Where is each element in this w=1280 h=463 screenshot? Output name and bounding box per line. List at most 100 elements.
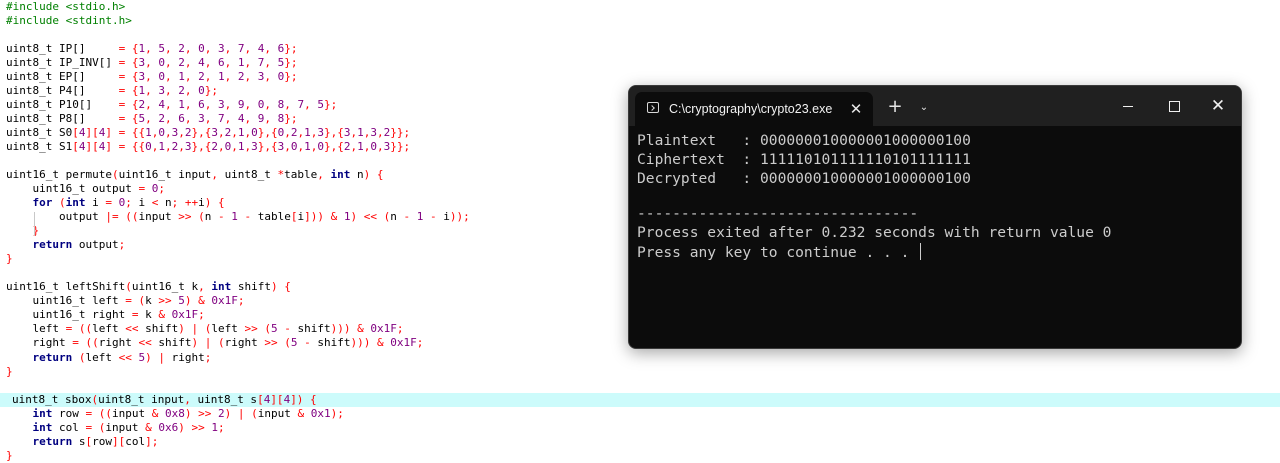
code-token: = ( <box>125 294 146 308</box>
code-line[interactable]: return s[row][col]; <box>0 435 1280 449</box>
code-line-text: int col = (input & 0x6) >> 1; <box>6 420 224 435</box>
code-line[interactable]: int col = (input & 0x6) >> 1; <box>0 421 1280 435</box>
code-token: n <box>390 210 404 224</box>
code-token: left <box>6 322 66 336</box>
code-token: , <box>264 112 278 126</box>
code-token: , <box>284 98 298 112</box>
maximize-button[interactable] <box>1151 86 1197 126</box>
code-line-text: uint8_t S1[4][4] = {{0,1,2,3},{2,0,1,3},… <box>6 140 410 154</box>
new-tab-button[interactable]: + <box>883 96 907 118</box>
code-token: }; <box>284 112 298 126</box>
code-token: 0x1F <box>171 308 199 322</box>
code-line[interactable]: uint8_t IP_INV[] = {3, 0, 2, 4, 6, 1, 7,… <box>0 56 1280 70</box>
code-token: shift <box>145 322 179 336</box>
code-token: shift <box>158 336 192 350</box>
code-token: = { <box>118 112 139 126</box>
code-token: }}; <box>390 126 411 140</box>
code-token: , <box>224 112 238 126</box>
code-token: ) | ( <box>178 322 212 336</box>
code-token: << <box>118 350 139 364</box>
code-line[interactable]: } <box>0 449 1280 463</box>
code-token: },{ <box>191 126 212 140</box>
code-token: , <box>184 112 199 126</box>
code-line-current[interactable]: uint8_t sbox(uint8_t input, uint8_t s[4]… <box>0 392 1280 407</box>
code-token: }; <box>284 42 298 56</box>
code-token: uint8_t sbox <box>12 392 92 406</box>
code-token: 0 <box>317 140 324 154</box>
code-token: 2 <box>211 140 218 154</box>
code-token: , <box>244 98 258 112</box>
code-token: , <box>304 98 318 112</box>
code-token: , <box>204 42 218 56</box>
code-token: 2 <box>198 70 205 84</box>
code-token: int <box>6 406 53 420</box>
tab-close-button[interactable]: ✕ <box>845 98 867 120</box>
code-token: , <box>284 126 291 140</box>
code-line[interactable]: #include <stdio.h> <box>0 0 1280 14</box>
console-output[interactable]: Plaintext : 000000010000001000000100 Cip… <box>637 132 1233 342</box>
code-token: 0x1F <box>390 336 417 350</box>
code-line-text: uint8_t IP_INV[] = {3, 0, 2, 4, 6, 1, 7,… <box>6 56 297 70</box>
code-line-text: uint8_t S0[4][4] = {{1,0,3,2},{3,2,1,0},… <box>6 126 410 140</box>
code-line[interactable]: return (left << 5) | right; <box>0 351 1280 365</box>
code-line-text: int row = ((input & 0x8) >> 2) | (input … <box>6 406 343 421</box>
code-token: i <box>138 196 152 210</box>
code-line[interactable] <box>0 379 1280 393</box>
code-token: = { <box>118 56 139 70</box>
code-token: uint16_t leftShift <box>6 280 126 294</box>
code-token: uint8_t IP_INV[] <box>6 56 119 70</box>
code-token: ; <box>237 294 245 308</box>
terminal-tab[interactable]: C:\cryptography\crypto23.exe ✕ <box>635 92 873 126</box>
code-line[interactable] <box>0 28 1280 42</box>
code-token: , <box>164 84 179 98</box>
code-line[interactable]: #include <stdint.h> <box>0 14 1280 28</box>
code-token: 0 <box>145 140 152 154</box>
code-line[interactable]: uint8_t EP[] = {3, 0, 1, 2, 1, 2, 3, 0}; <box>0 70 1280 84</box>
console-window[interactable]: C:\cryptography\crypto23.exe ✕ + ⌄ ✕ Pla… <box>628 85 1242 349</box>
code-token: , <box>198 280 212 294</box>
minimize-button[interactable] <box>1105 86 1151 126</box>
code-token: = ( <box>85 420 106 434</box>
code-token: |= (( <box>105 210 139 224</box>
code-token: , <box>204 56 218 70</box>
code-token: = <box>131 308 146 322</box>
code-line-text: uint8_t sbox(uint8_t input, uint8_t s[4]… <box>6 393 317 407</box>
code-token: 2 <box>178 56 185 70</box>
chevron-down-icon[interactable]: ⌄ <box>913 98 935 118</box>
code-token: n <box>164 196 172 210</box>
code-line-text: #include <stdio.h> <box>6 0 125 14</box>
terminal-titlebar: C:\cryptography\crypto23.exe ✕ + ⌄ ✕ <box>629 86 1241 126</box>
code-token: uint16_t k <box>131 280 199 294</box>
close-window-button[interactable]: ✕ <box>1195 86 1241 126</box>
code-token: uint8_t s <box>197 392 258 406</box>
code-token: 6 <box>178 112 185 126</box>
code-token: , <box>244 112 258 126</box>
code-token: - <box>423 210 444 224</box>
code-token: , <box>204 98 218 112</box>
code-line[interactable]: int row = ((input & 0x8) >> 2) | (input … <box>0 407 1280 421</box>
code-token: 4 <box>198 56 205 70</box>
code-token: , <box>264 70 278 84</box>
code-line[interactable]: } <box>0 365 1280 379</box>
code-token: input <box>111 406 152 420</box>
code-token: uint8_t P4[] <box>6 84 119 98</box>
code-token: table <box>284 168 318 182</box>
code-line[interactable]: uint8_t IP[] = {1, 5, 2, 0, 3, 7, 4, 6}; <box>0 42 1280 56</box>
code-token: row <box>92 434 112 448</box>
code-token: , <box>244 42 258 56</box>
code-token: - <box>277 322 298 336</box>
code-token: [ <box>257 392 264 406</box>
code-token: , <box>376 126 384 140</box>
code-token: , <box>317 168 331 182</box>
code-token: right <box>98 336 139 350</box>
code-token: i <box>85 196 106 210</box>
code-line-text: uint16_t leftShift(uint16_t k, int shift… <box>6 280 291 294</box>
code-token: uint16_t output <box>6 182 139 196</box>
code-token: 1 <box>304 140 311 154</box>
code-line-text: uint16_t permute(uint16_t input, uint8_t… <box>6 168 384 182</box>
code-token: 0 <box>158 126 165 140</box>
code-token: 3 <box>217 42 225 56</box>
code-token: 2 <box>158 112 165 126</box>
output-line-decrypted: Decrypted : 000000010000001000000100 <box>637 170 971 187</box>
code-token: - <box>403 210 417 224</box>
